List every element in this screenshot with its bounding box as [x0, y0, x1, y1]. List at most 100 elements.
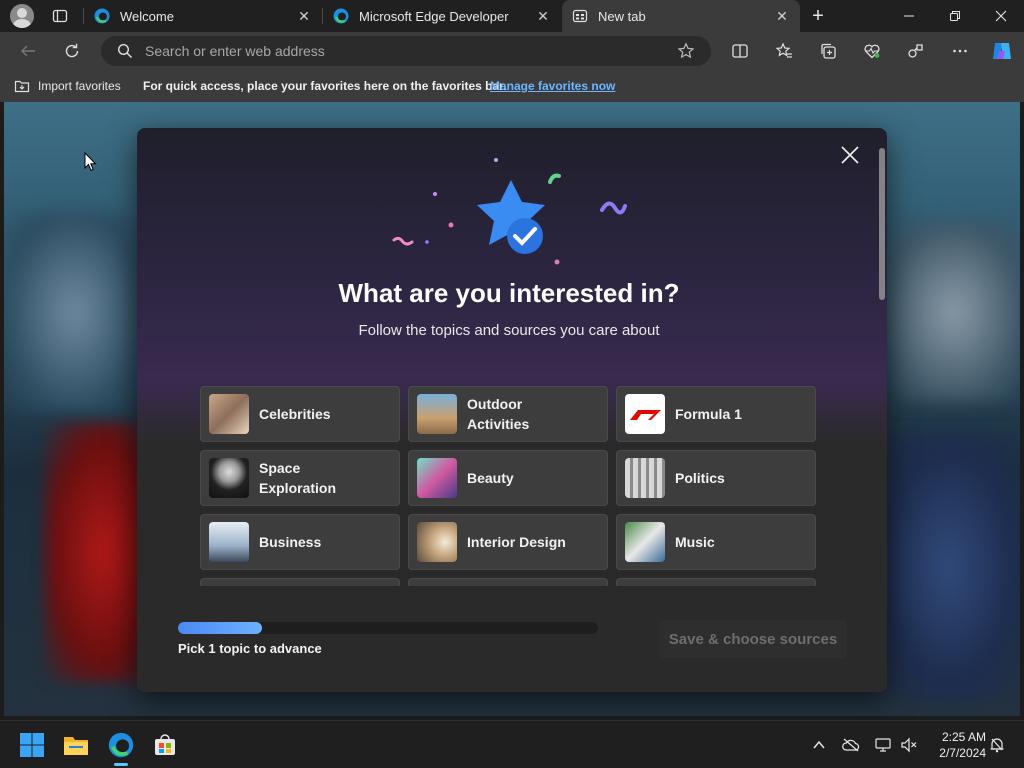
- show-hidden-icons-button[interactable]: [810, 736, 828, 754]
- topic-thumbnail: [209, 522, 249, 562]
- progress-bar: [178, 622, 598, 634]
- windows-logo-icon: [20, 733, 44, 757]
- import-favorites-icon: [14, 80, 30, 93]
- close-icon: [841, 146, 859, 164]
- clock-time: 2:25 AM: [941, 730, 986, 744]
- add-favorite-star-icon[interactable]: [677, 42, 695, 60]
- profile-avatar-icon[interactable]: [10, 4, 34, 28]
- new-tab-button[interactable]: +: [806, 4, 830, 28]
- topic-label: Business: [259, 534, 322, 550]
- address-input[interactable]: [145, 36, 665, 66]
- edge-logo-icon: [333, 8, 349, 24]
- split-screen-icon: [732, 44, 748, 58]
- close-tab-icon[interactable]: ✕: [770, 4, 794, 28]
- refresh-button[interactable]: [62, 41, 82, 61]
- background-blur: [874, 432, 1020, 702]
- topic-thumbnail: [625, 522, 665, 562]
- topics-grid: Celebrities Outdoor Activities Formula 1…: [200, 386, 820, 586]
- notifications-button[interactable]: [988, 736, 1006, 754]
- topic-label: Outdoor Activities: [467, 396, 530, 432]
- close-window-button[interactable]: [978, 0, 1024, 32]
- topic-outdoor-activities[interactable]: Outdoor Activities: [408, 386, 608, 442]
- topic-beauty[interactable]: Beauty: [408, 450, 608, 506]
- edge-taskbar-button[interactable]: [107, 731, 135, 759]
- topic-thumbnail: [417, 522, 457, 562]
- edge-logo-icon: [94, 8, 110, 24]
- topic-thumbnail: [209, 394, 249, 434]
- favorites-button[interactable]: [774, 41, 794, 61]
- back-arrow-icon: [21, 45, 35, 57]
- import-favorites-button[interactable]: Import favorites: [14, 78, 121, 94]
- topic-formula-1[interactable]: Formula 1: [616, 386, 816, 442]
- notification-bell-icon: [990, 738, 1004, 753]
- close-tab-icon[interactable]: ✕: [292, 4, 316, 28]
- microsoft-store-button[interactable]: [151, 731, 179, 759]
- dialog-title: What are you interested in?: [338, 278, 680, 308]
- address-bar[interactable]: [101, 36, 711, 66]
- save-choose-sources-button[interactable]: Save & choose sources: [659, 620, 847, 658]
- restore-button[interactable]: [932, 0, 978, 32]
- star-checkmark-illustration-icon: [392, 158, 627, 265]
- minimize-button[interactable]: [886, 0, 932, 32]
- topic-label: Formula 1: [675, 406, 742, 422]
- close-dialog-button[interactable]: [837, 142, 863, 168]
- tab-new-tab[interactable]: New tab ✕: [562, 0, 800, 32]
- copilot-icon: [993, 43, 1011, 59]
- manage-favorites-link[interactable]: Manage favorites now: [490, 79, 615, 93]
- back-button[interactable]: [18, 41, 38, 61]
- import-favorites-label: Import favorites: [38, 79, 121, 93]
- progress-text: Pick 1 topic to advance: [178, 641, 322, 656]
- taskbar: 2:25 AM 2/7/2024: [0, 720, 1024, 768]
- minimize-icon: [904, 15, 914, 17]
- edge-logo-icon: [108, 732, 134, 758]
- system-clock[interactable]: 2:25 AM 2/7/2024: [926, 729, 986, 761]
- interests-dialog: What are you interested in? Follow the t…: [137, 128, 887, 692]
- browser-essentials-button[interactable]: [862, 41, 882, 61]
- copilot-button[interactable]: [990, 39, 1014, 63]
- topic-partial[interactable]: [200, 578, 400, 586]
- topic-partial[interactable]: [616, 578, 816, 586]
- folder-icon: [64, 737, 88, 755]
- tab-title: Welcome: [120, 8, 174, 24]
- network-icon[interactable]: [874, 736, 892, 754]
- tab-title: Microsoft Edge Developer: [359, 8, 509, 24]
- topic-space-exploration[interactable]: Space Exploration: [200, 450, 400, 506]
- topic-label: Celebrities: [259, 406, 331, 422]
- mouse-cursor-icon: [84, 152, 97, 172]
- topic-celebrities[interactable]: Celebrities: [200, 386, 400, 442]
- topic-politics[interactable]: Politics: [616, 450, 816, 506]
- dialog-subtitle: Follow the topics and sources you care a…: [358, 322, 660, 339]
- settings-more-button[interactable]: [950, 41, 970, 61]
- topic-interior-design[interactable]: Interior Design: [408, 514, 608, 570]
- tab-title: New tab: [598, 8, 646, 24]
- topic-thumbnail: [625, 458, 665, 498]
- onedrive-icon[interactable]: [842, 736, 860, 754]
- collections-icon: [821, 43, 836, 59]
- tab-actions-icon[interactable]: [52, 8, 68, 24]
- tab-welcome[interactable]: Welcome ✕: [84, 0, 322, 32]
- screen: Welcome ✕ Microsoft Edge Developer ✕ New…: [0, 0, 1024, 768]
- extensions-button[interactable]: [906, 41, 926, 61]
- file-explorer-button[interactable]: [62, 731, 90, 759]
- topic-thumbnail: [417, 458, 457, 498]
- formula-1-logo-icon: [625, 394, 665, 434]
- topic-label: Politics: [675, 470, 725, 486]
- collections-button[interactable]: [818, 41, 838, 61]
- store-bag-icon: [155, 734, 175, 755]
- background-blur: [4, 212, 144, 412]
- topic-label: Space Exploration: [259, 460, 337, 496]
- close-tab-icon[interactable]: ✕: [531, 4, 555, 28]
- extensions-icon: [908, 44, 923, 58]
- topic-label: Interior Design: [467, 534, 566, 550]
- active-app-indicator: [114, 763, 128, 766]
- topic-partial[interactable]: [408, 578, 608, 586]
- topic-music[interactable]: Music: [616, 514, 816, 570]
- progress-fill: [178, 622, 262, 634]
- tab-edge-developer[interactable]: Microsoft Edge Developer ✕: [323, 0, 561, 32]
- start-button[interactable]: [18, 731, 46, 759]
- close-icon: [995, 10, 1007, 22]
- split-screen-button[interactable]: [730, 41, 750, 61]
- topic-business[interactable]: Business: [200, 514, 400, 570]
- clock-date: 2/7/2024: [939, 746, 986, 760]
- volume-muted-icon[interactable]: [900, 736, 918, 754]
